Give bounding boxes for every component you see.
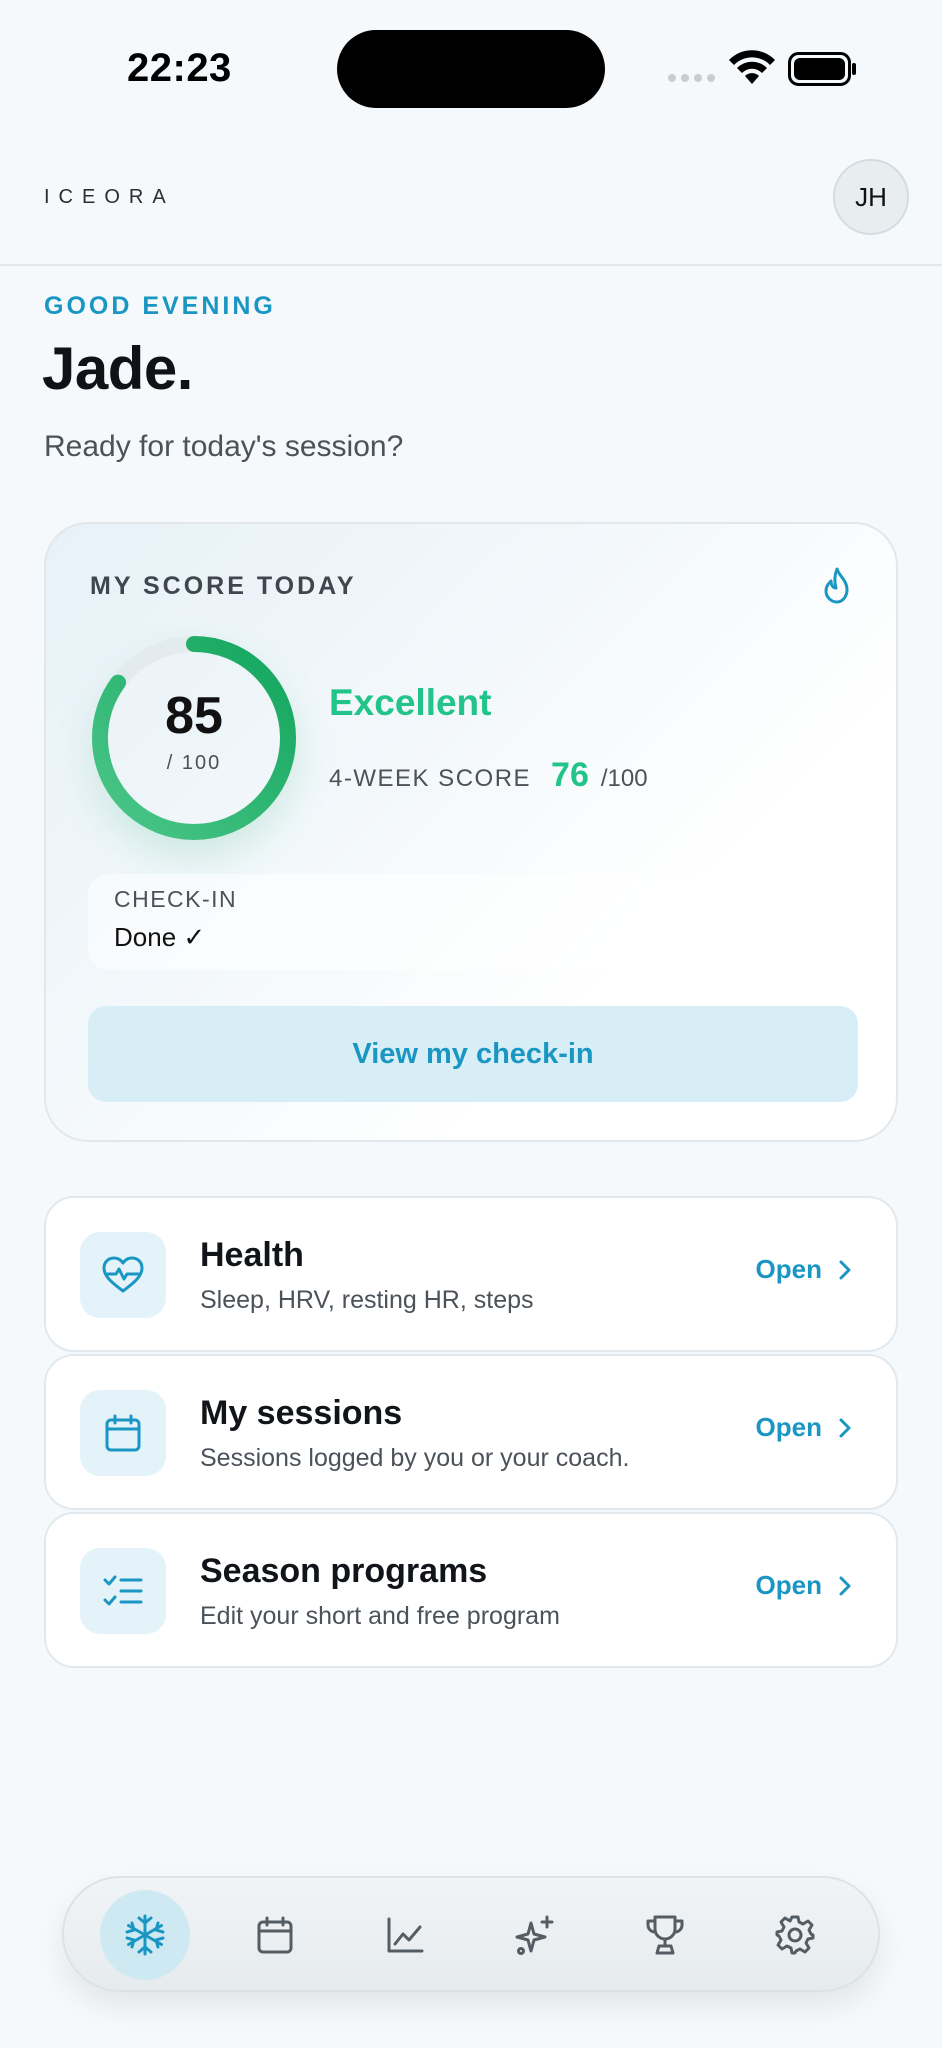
status-time: 22:23	[127, 46, 232, 90]
checkin-value: Done ✓	[114, 922, 206, 952]
four-week-score: 4-WEEK SCORE 76 /100	[329, 756, 648, 795]
app-header: ICEORA JH	[0, 140, 942, 266]
open-season-programs-button[interactable]: Open	[756, 1570, 852, 1601]
greeting-salutation: GOOD EVENING	[44, 292, 276, 320]
score-card: MY SCORE TODAY 85 / 100 Excellent 4-WEEK…	[44, 522, 898, 1142]
checkin-status: CHECK-IN Done ✓	[88, 874, 858, 970]
nav-ai[interactable]	[490, 1890, 580, 1980]
score-value: 85	[165, 687, 223, 745]
chevron-right-icon	[839, 1260, 851, 1279]
list-item-subtitle: Sleep, HRV, resting HR, steps	[200, 1286, 534, 1314]
list-item-title: Season programs	[200, 1552, 488, 1590]
nav-settings[interactable]	[750, 1890, 840, 1980]
greeting-subtitle: Ready for today's session?	[44, 430, 404, 463]
open-label: Open	[755, 1254, 822, 1284]
avatar[interactable]: JH	[833, 159, 909, 235]
season-programs-card[interactable]: Season programs Edit your short and free…	[44, 1512, 898, 1668]
gear-icon	[775, 1915, 815, 1955]
nav-achievements[interactable]	[620, 1890, 710, 1980]
view-checkin-button[interactable]: View my check-in	[88, 1006, 858, 1102]
wifi-icon	[729, 50, 775, 84]
calendar-icon	[80, 1390, 166, 1476]
list-item-subtitle: Sessions logged by you or your coach.	[200, 1444, 630, 1472]
four-week-label: 4-WEEK SCORE	[329, 765, 532, 792]
open-health-button[interactable]: Open	[756, 1254, 852, 1285]
sparkles-icon	[515, 1915, 554, 1955]
heart-pulse-icon	[80, 1232, 166, 1318]
score-max: / 100	[166, 752, 222, 774]
chevron-right-icon	[839, 1418, 851, 1437]
open-sessions-button[interactable]: Open	[756, 1412, 852, 1443]
four-week-max: /100	[600, 765, 648, 792]
open-label: Open	[755, 1570, 822, 1600]
nav-stats[interactable]	[360, 1890, 450, 1980]
battery-icon	[788, 52, 856, 86]
bottom-nav	[62, 1876, 880, 1992]
nav-home[interactable]	[100, 1890, 190, 1980]
score-card-label: MY SCORE TODAY	[90, 572, 357, 600]
four-week-value: 76	[551, 756, 589, 794]
score-rating: Excellent	[329, 682, 492, 723]
app-logo: ICEORA	[44, 186, 175, 208]
checkin-label: CHECK-IN	[114, 886, 238, 912]
chevron-right-icon	[839, 1576, 851, 1595]
score-ring: 85 / 100	[88, 632, 300, 844]
flame-icon	[824, 567, 849, 604]
cellular-signal-icon	[668, 74, 715, 82]
health-card[interactable]: Health Sleep, HRV, resting HR, steps Ope…	[44, 1196, 898, 1352]
chart-icon	[387, 1917, 424, 1953]
list-item-subtitle: Edit your short and free program	[200, 1602, 560, 1630]
snowflake-icon	[125, 1914, 165, 1956]
list-item-title: Health	[200, 1236, 304, 1274]
status-bar: 22:23	[0, 0, 942, 140]
calendar-icon	[257, 1916, 293, 1954]
sessions-card[interactable]: My sessions Sessions logged by you or yo…	[44, 1354, 898, 1510]
nav-calendar[interactable]	[230, 1890, 320, 1980]
checklist-icon	[80, 1548, 166, 1634]
open-label: Open	[755, 1412, 822, 1442]
dynamic-island	[337, 30, 605, 108]
trophy-icon	[646, 1915, 684, 1955]
user-name: Jade.	[42, 335, 193, 402]
list-item-title: My sessions	[200, 1394, 403, 1432]
